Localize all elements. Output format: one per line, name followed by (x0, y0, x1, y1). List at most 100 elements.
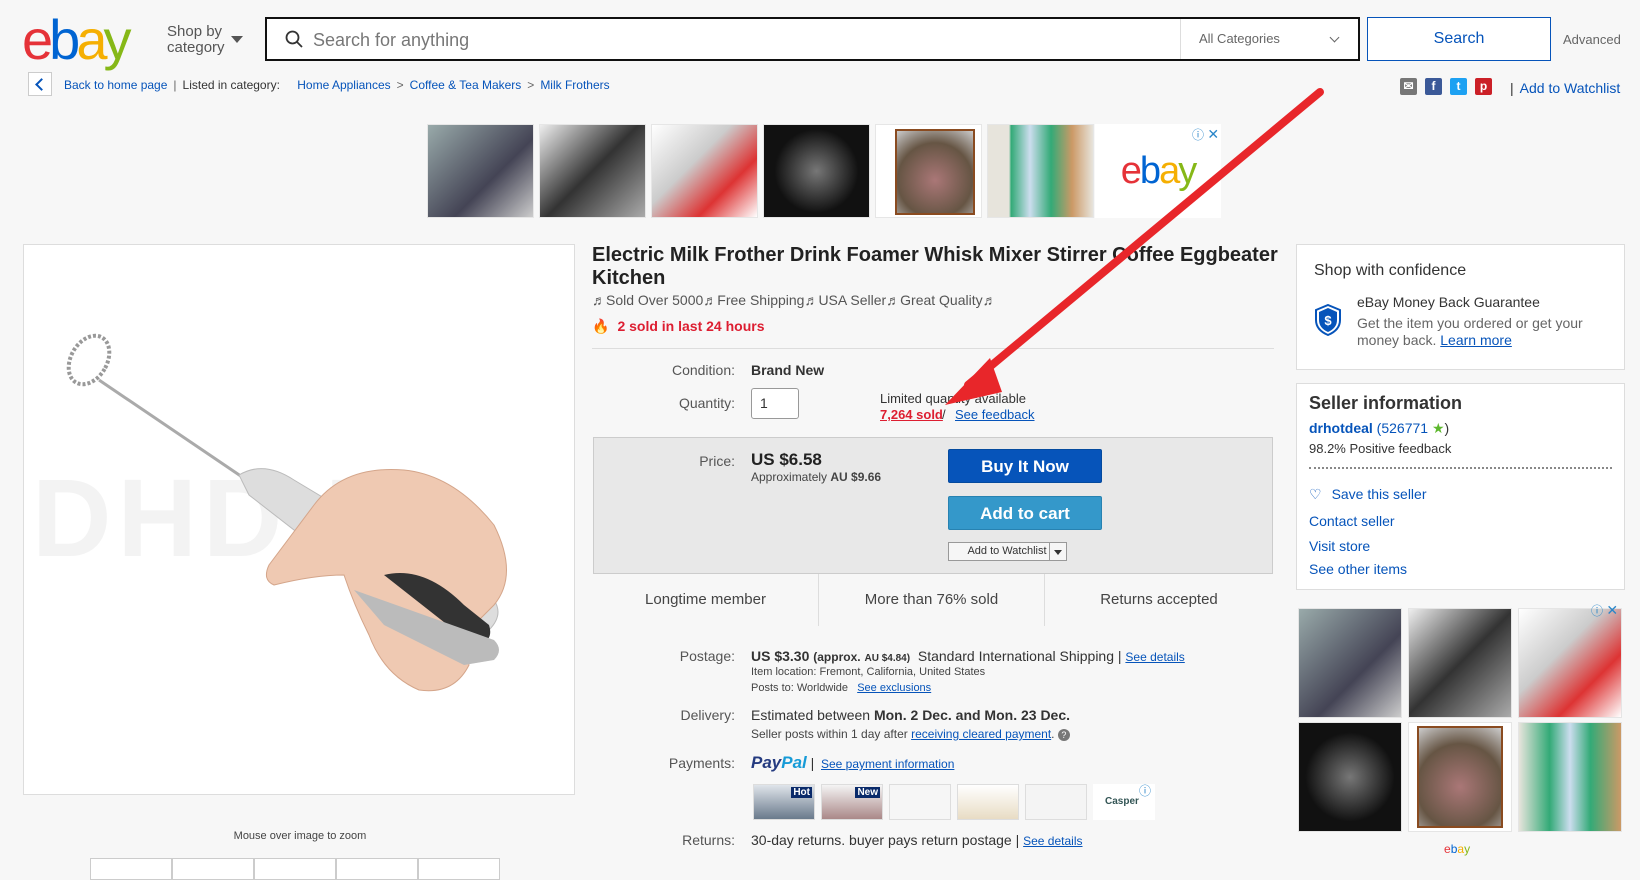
new-tag: New (855, 787, 880, 798)
guarantee-description: Get the item you ordered or get your mon… (1357, 315, 1583, 348)
quantity-input[interactable]: 1 (751, 388, 799, 419)
ad-image-tile[interactable] (875, 124, 982, 218)
category-label: category (167, 39, 225, 56)
limited-quantity: Limited quantity available (880, 391, 1026, 406)
payment-info-link[interactable]: See payment information (821, 757, 954, 771)
seller-score-link[interactable]: (526771 (1377, 420, 1428, 436)
hot-tag: Hot (791, 787, 812, 798)
milk-frother-illustration (66, 333, 507, 692)
item-location: Item location: Fremont, California, Unit… (751, 666, 986, 678)
confidence-heading: Shop with confidence (1314, 262, 1467, 279)
seller-name-link[interactable]: drhotdeal (1309, 420, 1373, 436)
seller-posts: Seller posts within 1 day after receivin… (751, 727, 1070, 741)
postage-value: US $3.30 (approx. AU $4.84) Standard Int… (751, 648, 1185, 664)
search-button[interactable]: Search (1367, 17, 1551, 61)
chevron-down-icon (1329, 32, 1340, 43)
twitter-icon[interactable]: t (1450, 78, 1467, 95)
seller-name: drhotdeal (526771 ★) (1309, 420, 1450, 436)
logo-letter-e: e (22, 8, 53, 71)
item-subtitle: ♬Sold Over 5000♬Free Shipping♬USA Seller… (592, 292, 997, 308)
breadcrumb-home-appliances[interactable]: Home Appliances (297, 78, 390, 92)
ad-banner[interactable]: ebay ⓘ ✕ (427, 124, 1227, 220)
listed-in-label: Listed in category: (182, 78, 280, 92)
logo-letter-a: a (76, 8, 107, 71)
returns-value: 30-day returns. buyer pays return postag… (751, 832, 1083, 848)
flame-icon: 🔥 (592, 318, 610, 334)
pinterest-icon[interactable]: p (1475, 78, 1492, 95)
positive-feedback: 98.2% Positive feedback (1309, 441, 1452, 456)
returns-see-details-link[interactable]: See details (1023, 834, 1082, 848)
zoom-hint: Mouse over image to zoom (233, 830, 367, 842)
back-home-link[interactable]: Back to home page (64, 78, 167, 92)
badge-longtime-member: Longtime member (593, 574, 819, 626)
separator: / (942, 407, 946, 422)
receiving-cleared-link[interactable]: receiving cleared payment (911, 727, 1051, 741)
divider (1309, 467, 1612, 469)
contact-seller-link[interactable]: Contact seller (1309, 513, 1395, 529)
ad-info-icon[interactable]: ⓘ (1139, 782, 1151, 799)
paypal-logo: PayPal | (751, 753, 815, 772)
quantity-label: Quantity: (678, 395, 735, 411)
postage-see-details-link[interactable]: See details (1125, 650, 1184, 664)
ad-image-tile[interactable] (763, 124, 870, 218)
posts-to: Posts to: Worldwide See exclusions (751, 682, 932, 694)
price-value: US $6.58 (751, 450, 822, 469)
buy-it-now-button[interactable]: Buy It Now (948, 449, 1102, 483)
add-to-watchlist-link[interactable]: | Add to Watchlist (1510, 80, 1620, 96)
heart-icon: ♡ (1309, 486, 1322, 502)
ad-image-tile[interactable] (987, 124, 1094, 218)
side-ad[interactable]: ⓘ ✕ ebay (1296, 602, 1625, 867)
shield-dollar-icon: $ (1315, 304, 1341, 336)
see-exclusions-link[interactable]: See exclusions (857, 682, 931, 694)
item-badges: Longtime member More than 76% sold Retur… (593, 573, 1273, 626)
email-icon[interactable]: ✉ (1400, 78, 1417, 95)
visit-store-link[interactable]: Visit store (1309, 538, 1370, 554)
advanced-search-link[interactable]: Advanced (1563, 32, 1621, 47)
add-to-cart-button[interactable]: Add to cart (948, 496, 1102, 530)
close-icon: ✕ (1207, 126, 1220, 142)
breadcrumb: Back to home page | Listed in category: Ho… (64, 78, 610, 92)
thumbnail[interactable] (172, 858, 254, 880)
ad-image-tile[interactable] (651, 124, 758, 218)
breadcrumb-milk-frothers[interactable]: Milk Frothers (540, 78, 609, 92)
item-title: Electric Milk Frother Drink Foamer Whisk… (592, 244, 1278, 289)
postage-label: Postage: (679, 648, 735, 664)
save-seller-link[interactable]: ♡ Save this seller (1309, 486, 1427, 503)
ad-info-icon[interactable]: ⓘ ✕ (1192, 126, 1219, 143)
product-image[interactable]: DHD K (23, 244, 575, 795)
caret-down-icon (231, 36, 243, 43)
logo-letter-b: b (49, 8, 80, 71)
shop-by-label: Shop by (167, 23, 223, 40)
facebook-icon[interactable]: f (1425, 78, 1442, 95)
condition-label: Condition: (671, 362, 735, 378)
learn-more-link[interactable]: Learn more (1440, 332, 1512, 348)
help-icon[interactable]: ? (1057, 729, 1070, 741)
ad-image-tile[interactable] (539, 124, 646, 218)
watchlist-dropdown-icon[interactable] (1049, 542, 1067, 561)
shop-by-category[interactable]: Shop by category (167, 23, 243, 56)
logo-letter-y: y (103, 8, 131, 71)
see-feedback-link[interactable]: See feedback (955, 407, 1035, 422)
see-other-items-link[interactable]: See other items (1309, 561, 1407, 577)
svg-text:$: $ (1324, 313, 1332, 328)
money-back-guarantee: eBay Money Back Guarantee (1357, 294, 1540, 310)
back-button[interactable] (28, 72, 52, 96)
sold-count-link[interactable]: 7,264 sold (880, 407, 943, 422)
category-select[interactable]: All Categories (1180, 19, 1358, 59)
price-label: Price: (699, 453, 735, 469)
ad-info-icon[interactable]: ⓘ ✕ (1591, 602, 1618, 619)
badge-percent-sold: More than 76% sold (819, 574, 1045, 626)
category-select-value: All Categories (1199, 31, 1280, 46)
delivery-value: Estimated between Mon. 2 Dec. and Mon. 2… (751, 707, 1071, 723)
thumbnail[interactable] (90, 858, 172, 880)
thumbnail[interactable] (336, 858, 418, 880)
ad-image-tile[interactable] (427, 124, 534, 218)
close-icon: ✕ (1606, 602, 1619, 618)
thumbnail[interactable] (418, 858, 500, 880)
ebay-logo[interactable]: ebay (22, 8, 131, 71)
thumbnail[interactable] (254, 858, 336, 880)
breadcrumb-coffee-tea-makers[interactable]: Coffee & Tea Makers (410, 78, 522, 92)
sold-recent-banner: 🔥 2 sold in last 24 hours (592, 318, 765, 334)
approx-price: Approximately AU $9.66 (751, 470, 882, 484)
search-input[interactable] (311, 23, 1185, 57)
